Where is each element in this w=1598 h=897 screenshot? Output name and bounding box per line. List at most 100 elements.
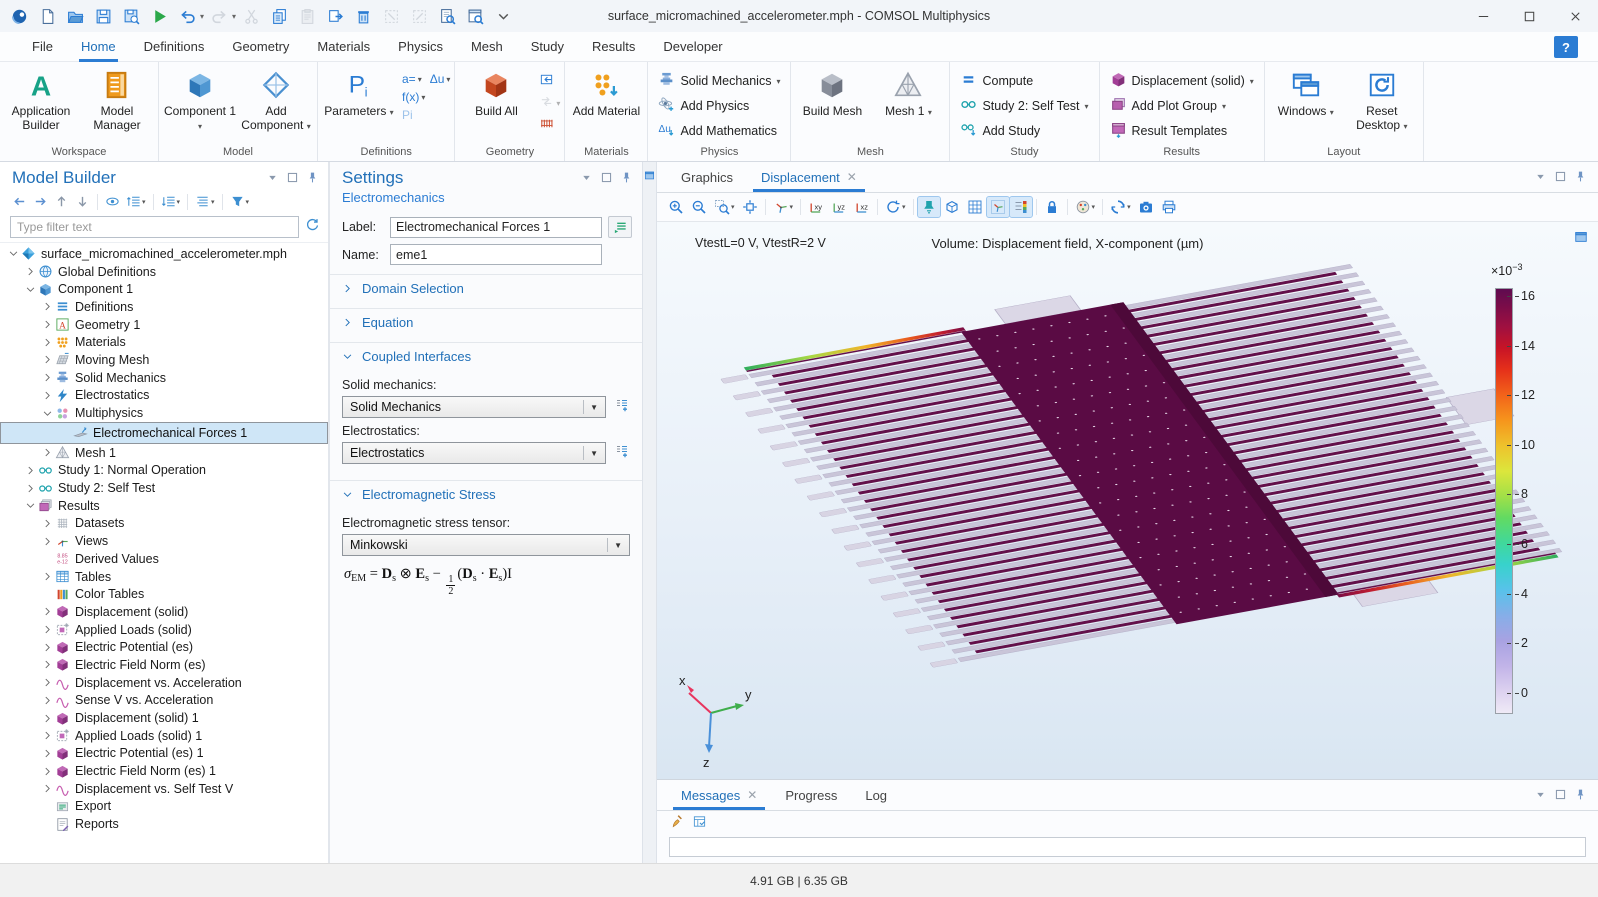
duplicate-button[interactable]	[322, 3, 348, 29]
expand-list-button[interactable]: ▾	[124, 192, 148, 211]
menu-tab-materials[interactable]: Materials	[303, 32, 384, 62]
plot-area[interactable]: VtestL=0 V, VtestR=2 V Volume: Displacem…	[657, 222, 1598, 779]
view-xy-button[interactable]: xy	[805, 197, 827, 217]
menu-tab-study[interactable]: Study	[517, 32, 578, 62]
tree-item-displacement-vs-self-test-v[interactable]: Displacement vs. Self Test V	[0, 780, 328, 798]
expander-collapsed-icon[interactable]	[40, 516, 54, 530]
add-component-button[interactable]: Add Component ▾	[239, 64, 313, 140]
tree-item-study-2-self-test[interactable]: Study 2: Self Test	[0, 479, 328, 497]
float-panel-icon[interactable]	[1554, 788, 1568, 802]
add-list-icon[interactable]	[614, 443, 630, 464]
save-button[interactable]	[90, 3, 116, 29]
import-button[interactable]	[539, 72, 554, 90]
float-panel-icon[interactable]	[286, 171, 300, 185]
add-plot-group-button[interactable]: Add Plot Group▾	[1104, 95, 1260, 117]
model-manager-button[interactable]: Model Manager	[80, 64, 154, 140]
expander-collapsed-icon[interactable]	[40, 335, 54, 349]
stress-tensor-select[interactable]: Minkowski ▼	[342, 534, 630, 556]
minimize-button[interactable]	[1460, 0, 1506, 32]
functions-button[interactable]: f(x)▾	[402, 90, 425, 104]
add-physics-button[interactable]: Add Physics	[652, 95, 786, 117]
tree-item-applied-loads-solid-1[interactable]: Applied Loads (solid) 1	[0, 727, 328, 745]
funnel-button[interactable]: ▾	[228, 192, 252, 211]
expander-collapsed-icon[interactable]	[40, 746, 54, 760]
expander-collapsed-icon[interactable]	[40, 711, 54, 725]
tree-item-reports[interactable]: Reports	[0, 815, 328, 833]
expander-expanded-icon[interactable]	[23, 499, 37, 513]
expander-collapsed-icon[interactable]	[40, 388, 54, 402]
maximize-button[interactable]	[1506, 0, 1552, 32]
add-study-button[interactable]: Add Study	[954, 120, 1094, 142]
tree-item-electric-potential-es[interactable]: Electric Potential (es)	[0, 638, 328, 656]
tree-item-export[interactable]: Export	[0, 798, 328, 816]
snapshot-button[interactable]	[1135, 197, 1157, 217]
solid-mechanics-button[interactable]: Solid Mechanics▾	[652, 70, 786, 92]
tab-log[interactable]: Log	[851, 780, 901, 810]
nav-back-button[interactable]	[10, 192, 29, 211]
menu-tab-definitions[interactable]: Definitions	[130, 32, 219, 62]
tree-item-displacement-solid-1[interactable]: Displacement (solid) 1	[0, 709, 328, 727]
show-legend-button[interactable]	[1010, 197, 1032, 217]
add-material-button[interactable]: Add Material	[569, 64, 643, 140]
tree-item-displacement-vs-acceleration[interactable]: Displacement vs. Acceleration	[0, 674, 328, 692]
pin-panel-icon[interactable]	[1574, 788, 1588, 802]
component-1-button[interactable]: Component 1 ▾	[163, 64, 237, 140]
dependent-variables-button[interactable]: Δu▾	[430, 72, 451, 86]
expander-collapsed-icon[interactable]	[40, 353, 54, 367]
tree-item-results[interactable]: Results	[0, 497, 328, 515]
expander-collapsed-icon[interactable]	[40, 640, 54, 654]
pin-panel-icon[interactable]	[306, 171, 320, 185]
expander-collapsed-icon[interactable]	[40, 623, 54, 637]
menu-tab-file[interactable]: File	[18, 32, 67, 62]
tree-item-sense-v-vs-acceleration[interactable]: Sense V vs. Acceleration	[0, 692, 328, 710]
cut-button[interactable]	[238, 3, 264, 29]
close-tab-icon[interactable]: ✕	[747, 788, 757, 802]
tree-item-derived-values[interactable]: 8.85e-12Derived Values	[0, 550, 328, 568]
add-list-icon[interactable]	[614, 397, 630, 418]
float-panel-icon[interactable]	[600, 171, 614, 185]
tree-item-mesh-1[interactable]: Mesh 1	[0, 444, 328, 462]
open-button[interactable]	[62, 3, 88, 29]
float-panel-icon[interactable]	[1554, 170, 1568, 184]
tree-item-electromechanical-forces-1[interactable]: Electromechanical Forces 1	[0, 422, 328, 444]
nodes-view-button[interactable]: ▾	[193, 192, 217, 211]
menu-tab-mesh[interactable]: Mesh	[457, 32, 517, 62]
tree-item-definitions[interactable]: Definitions	[0, 298, 328, 316]
expander-collapsed-icon[interactable]	[40, 693, 54, 707]
expander-collapsed-icon[interactable]	[23, 463, 37, 477]
tree-item-electric-field-norm-es[interactable]: Electric Field Norm (es)	[0, 656, 328, 674]
expander-collapsed-icon[interactable]	[40, 782, 54, 796]
expander-expanded-icon[interactable]	[40, 406, 54, 420]
expander-collapsed-icon[interactable]	[23, 265, 37, 279]
parameter-case-button[interactable]: Pi	[402, 108, 413, 122]
build-all-button[interactable]: Build All	[459, 64, 533, 140]
new-file-button[interactable]	[34, 3, 60, 29]
filter-input[interactable]	[10, 216, 299, 238]
tree-item-global-definitions[interactable]: Global Definitions	[0, 263, 328, 281]
chevron-down-button[interactable]	[490, 3, 516, 29]
tree-item-materials[interactable]: Materials	[0, 333, 328, 351]
pin-panel-icon[interactable]	[1574, 170, 1588, 184]
rotate-button[interactable]: ▾	[882, 197, 909, 217]
select-remove-button[interactable]	[378, 3, 404, 29]
solid-mechanics-select[interactable]: Solid Mechanics ▼	[342, 396, 606, 418]
show-eye-button[interactable]	[103, 192, 122, 211]
zoom-box-button[interactable]: ▾	[711, 197, 738, 217]
tab-graphics[interactable]: Graphics	[667, 162, 747, 192]
plot-window-icon[interactable]	[1574, 230, 1588, 249]
close-button[interactable]	[1552, 0, 1598, 32]
grid-button[interactable]	[964, 197, 986, 217]
pin-panel-icon[interactable]	[620, 171, 634, 185]
expander-collapsed-icon[interactable]	[40, 658, 54, 672]
menu-tab-results[interactable]: Results	[578, 32, 649, 62]
deselect-button[interactable]	[406, 3, 432, 29]
copy-button[interactable]	[266, 3, 292, 29]
delete-button[interactable]	[350, 3, 376, 29]
mesh-1-button[interactable]: Mesh 1 ▾	[871, 64, 945, 140]
parameters-button[interactable]: PiParameters ▾	[322, 64, 396, 140]
move-up-button[interactable]	[52, 192, 71, 211]
section-domain-selection[interactable]: Domain Selection	[330, 275, 642, 302]
windows-button[interactable]: Windows ▾	[1269, 64, 1343, 140]
expander-collapsed-icon[interactable]	[40, 371, 54, 385]
menu-tab-physics[interactable]: Physics	[384, 32, 457, 62]
